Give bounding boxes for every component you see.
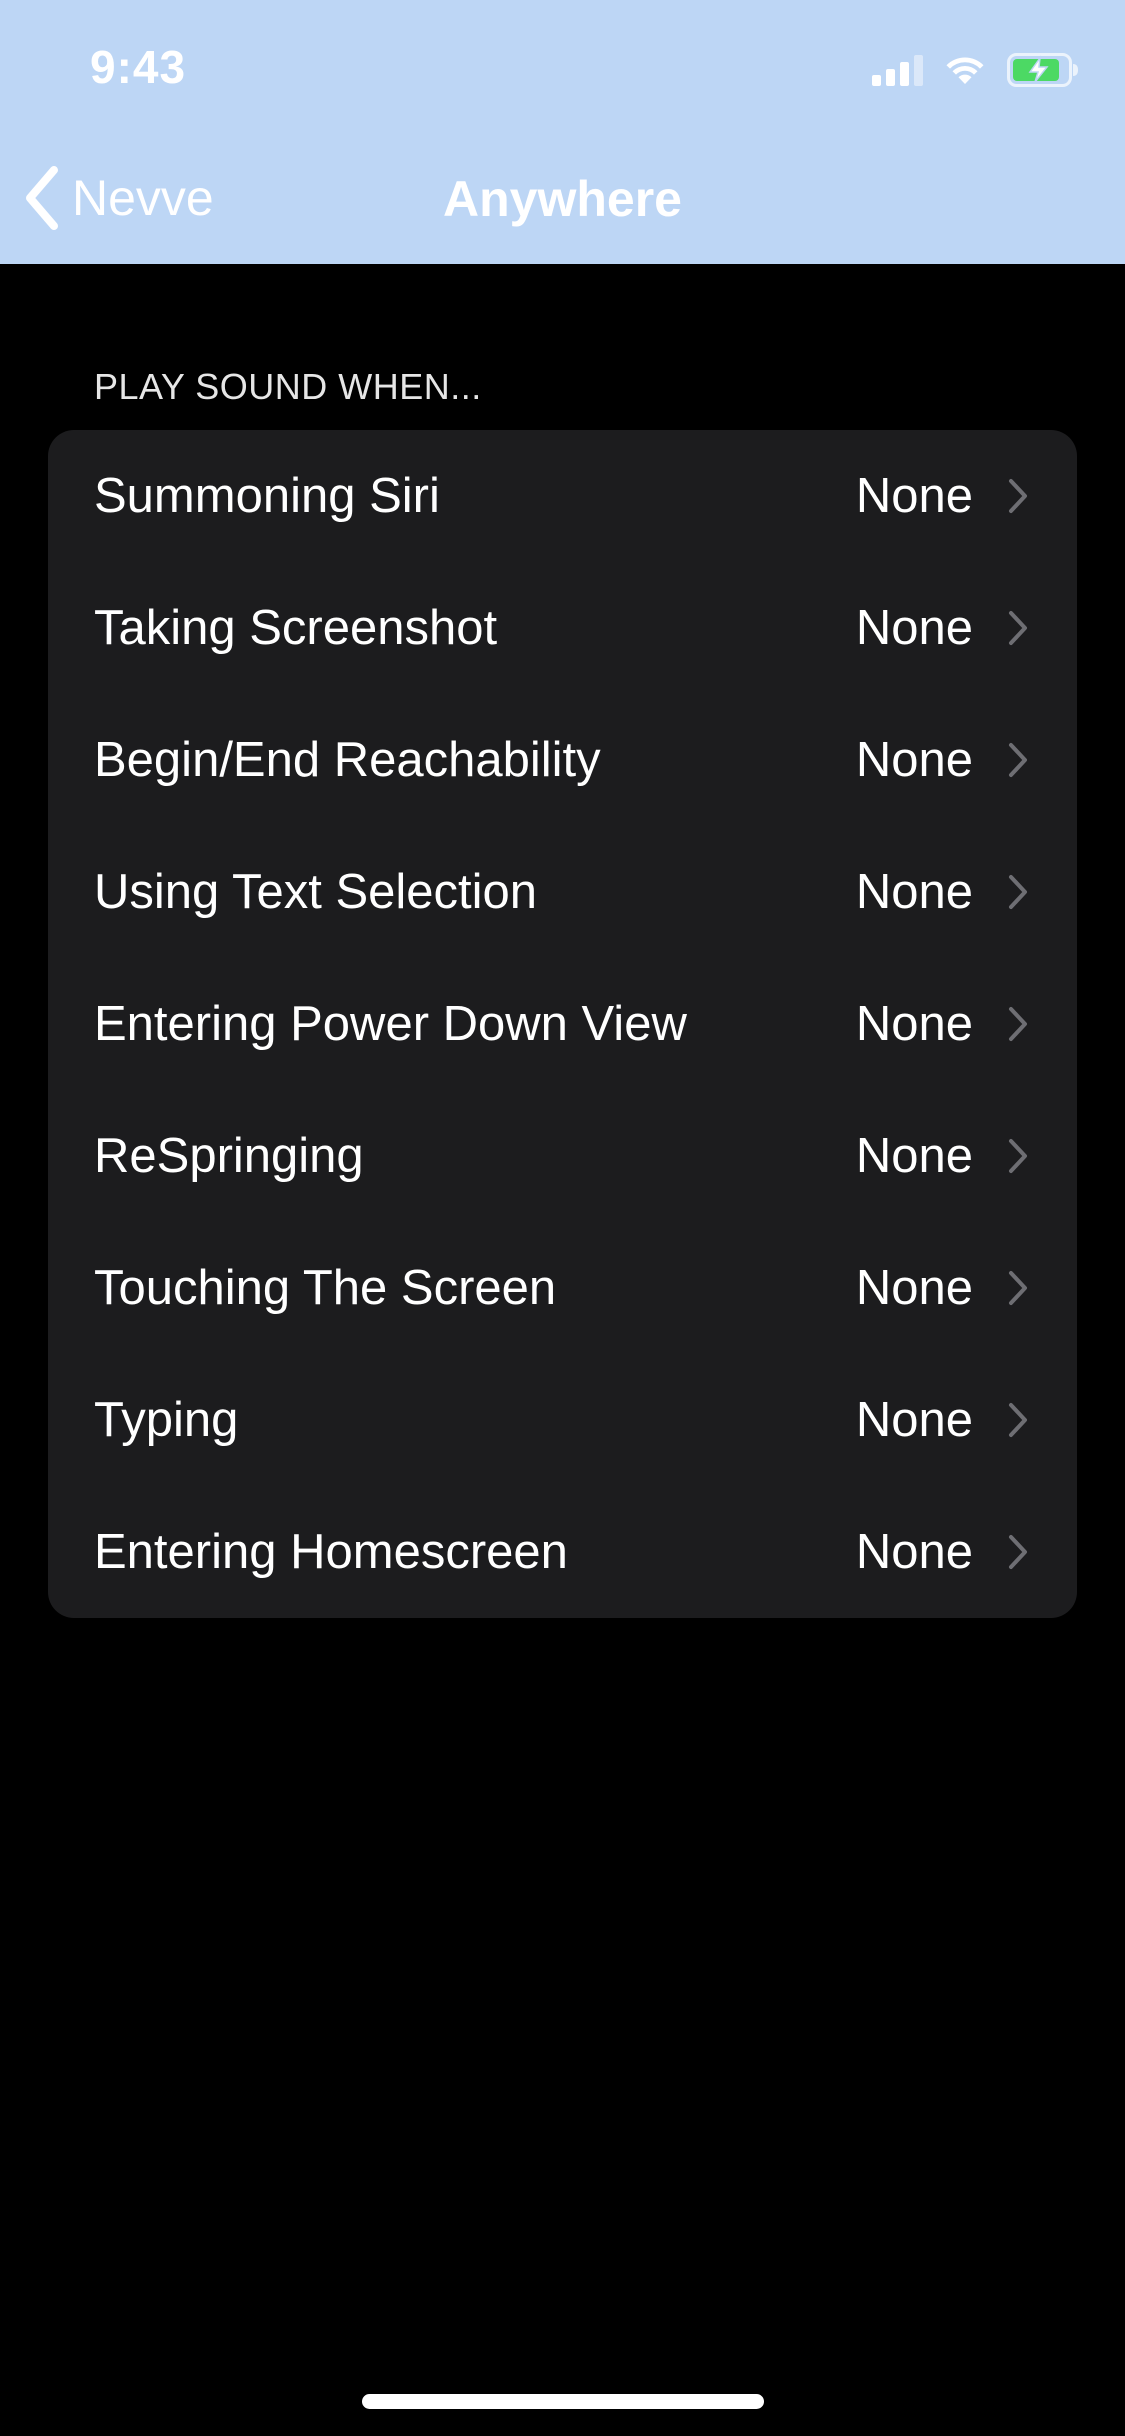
row-label: Begin/End Reachability (94, 733, 601, 787)
chevron-right-icon (1009, 1403, 1027, 1437)
row-label: Touching The Screen (94, 1261, 557, 1315)
status-icons (872, 50, 1079, 90)
row-label: Typing (94, 1393, 239, 1447)
setting-row-touching-the-screen[interactable]: Touching The Screen None (48, 1222, 1077, 1354)
setting-row-summoning-siri[interactable]: Summoning Siri None (48, 430, 1077, 562)
chevron-right-icon (1009, 1271, 1027, 1305)
row-label: Using Text Selection (94, 865, 538, 919)
row-value: None (855, 1525, 973, 1579)
status-time: 9:43 (90, 41, 187, 93)
row-value: None (855, 469, 973, 523)
home-indicator[interactable] (362, 2394, 764, 2409)
chevron-right-icon (1009, 1007, 1027, 1041)
row-value: None (855, 733, 973, 787)
row-value: None (855, 1129, 973, 1183)
row-value: None (855, 601, 973, 655)
row-value: None (855, 997, 973, 1051)
row-value: None (855, 865, 973, 919)
cellular-signal-icon (872, 54, 923, 86)
navigation-header: 9:43 Nevve Anywhere (0, 0, 1125, 264)
chevron-right-icon (1009, 1139, 1027, 1173)
row-label: ReSpringing (94, 1129, 364, 1183)
section-header: PLAY SOUND WHEN... (94, 366, 482, 407)
row-value: None (855, 1261, 973, 1315)
row-value: None (855, 1393, 973, 1447)
battery-charging-icon (1007, 53, 1078, 87)
setting-row-respringing[interactable]: ReSpringing None (48, 1090, 1077, 1222)
page-title: Anywhere (443, 171, 682, 227)
screen: 9:43 Nevve Anywhere PLAY SOUND WHEN... S… (0, 0, 1125, 2436)
row-label: Entering Homescreen (94, 1525, 568, 1579)
setting-row-using-text-selection[interactable]: Using Text Selection None (48, 826, 1077, 958)
row-label: Taking Screenshot (94, 601, 498, 655)
setting-row-entering-homescreen[interactable]: Entering Homescreen None (48, 1486, 1077, 1618)
chevron-right-icon (1009, 1535, 1027, 1569)
row-label: Summoning Siri (94, 469, 440, 523)
row-label: Entering Power Down View (94, 997, 687, 1051)
setting-row-typing[interactable]: Typing None (48, 1354, 1077, 1486)
chevron-right-icon (1009, 743, 1027, 777)
setting-row-entering-power-down-view[interactable]: Entering Power Down View None (48, 958, 1077, 1090)
chevron-right-icon (1009, 479, 1027, 513)
settings-group: Summoning Siri None Taking Screenshot No… (48, 430, 1077, 1618)
chevron-right-icon (1009, 611, 1027, 645)
wifi-icon (946, 57, 984, 84)
setting-row-begin-end-reachability[interactable]: Begin/End Reachability None (48, 694, 1077, 826)
setting-row-taking-screenshot[interactable]: Taking Screenshot None (48, 562, 1077, 694)
chevron-right-icon (1009, 875, 1027, 909)
